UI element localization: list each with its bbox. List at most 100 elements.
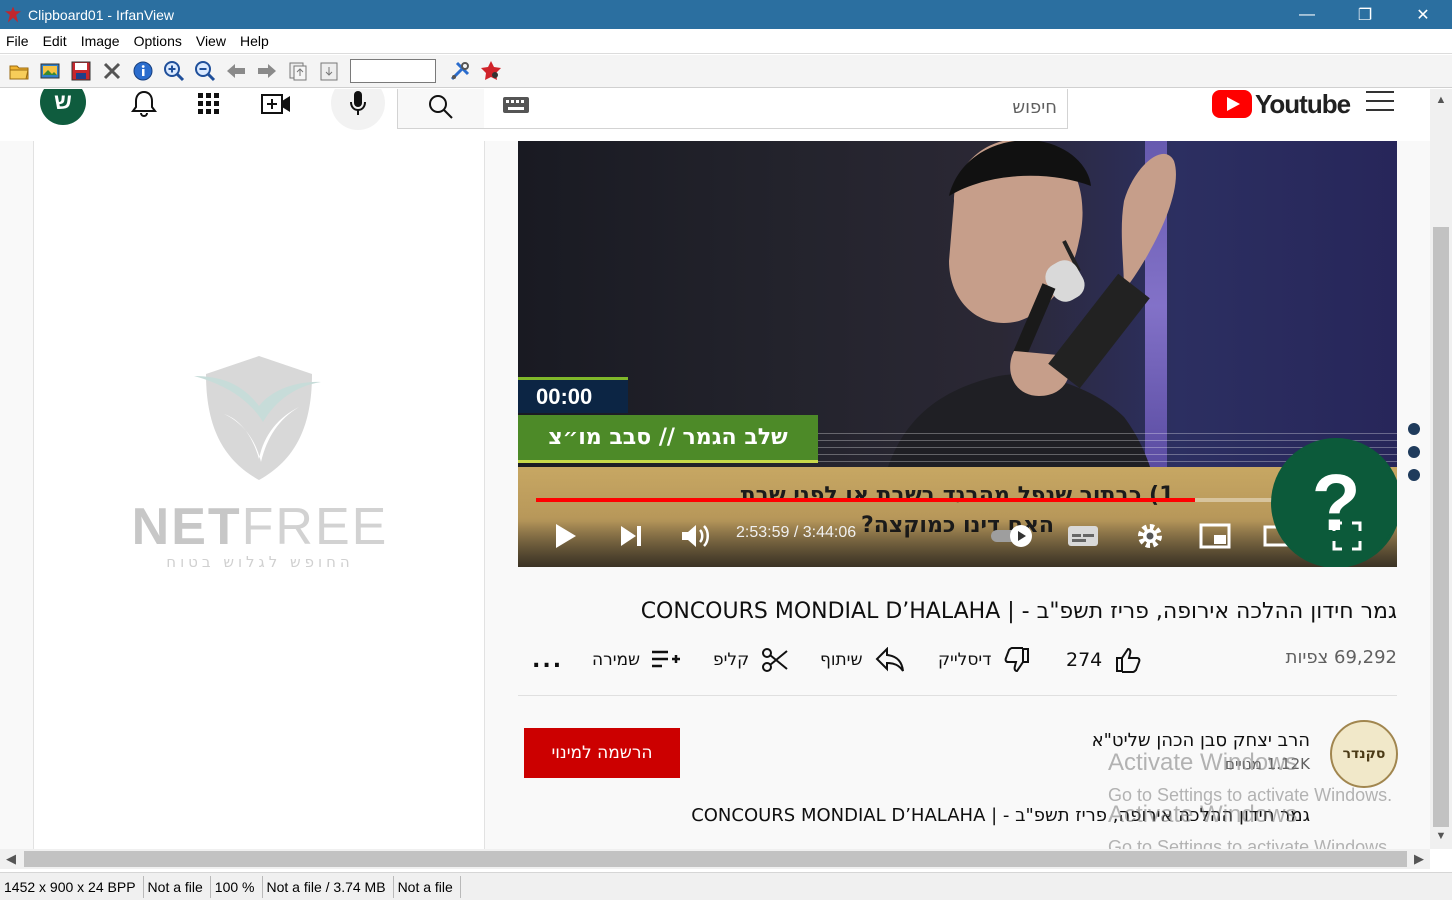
share-label: שיתוף: [820, 650, 863, 670]
status-zoom: 100 %: [211, 875, 263, 898]
slideshow-icon[interactable]: [34, 57, 65, 85]
vertical-scrollbar[interactable]: ▲ ▼: [1430, 89, 1452, 849]
search-input[interactable]: [484, 89, 1067, 128]
netfree-brand-free: FREE: [241, 498, 389, 556]
share-icon: [875, 647, 904, 672]
apps-grid-icon[interactable]: [194, 89, 224, 119]
miniplayer-button[interactable]: [1198, 519, 1232, 553]
autoplay-icon: [991, 525, 1032, 547]
scissors-icon: [762, 648, 788, 672]
menu-hamburger-icon[interactable]: [1366, 91, 1394, 118]
side-dots-icon[interactable]: [1408, 423, 1422, 492]
settings-gear-icon: [1138, 524, 1162, 548]
scroll-down-arrow-icon[interactable]: ▼: [1430, 827, 1452, 845]
notifications-bell-icon[interactable]: [129, 89, 159, 119]
channel-avatar[interactable]: סקנדר: [1330, 720, 1398, 788]
settings-button[interactable]: [1133, 519, 1167, 553]
search-icon: [429, 95, 453, 119]
menu-view[interactable]: View: [189, 33, 233, 49]
play-button[interactable]: [548, 519, 582, 553]
subscribe-button[interactable]: הרשמה למינוי: [524, 728, 680, 778]
like-button[interactable]: 274: [1066, 643, 1142, 677]
status-bar: 1452 x 900 x 24 BPP Not a file 100 % Not…: [0, 872, 1452, 900]
keyboard-icon[interactable]: [502, 96, 530, 119]
subtitles-button[interactable]: [1066, 519, 1100, 553]
next-video-button[interactable]: [614, 519, 648, 553]
vertical-scroll-thumb[interactable]: [1433, 227, 1449, 827]
settings-icon[interactable]: [444, 57, 475, 85]
toolbar-input[interactable]: [350, 59, 436, 83]
zoom-in-icon[interactable]: [158, 57, 189, 85]
thumbs-down-icon: [1005, 647, 1030, 673]
clip-label: קליפ: [713, 650, 750, 670]
zoom-out-icon[interactable]: [189, 57, 220, 85]
dislike-button[interactable]: דיסלייק: [938, 643, 1031, 677]
menu-help[interactable]: Help: [233, 33, 276, 49]
scroll-up-arrow-icon[interactable]: ▲: [1430, 91, 1452, 109]
skip-next-icon: [621, 526, 641, 546]
youtube-play-logo-icon: [1212, 90, 1252, 118]
scroll-left-arrow-icon[interactable]: ◀: [0, 849, 22, 869]
menu-image[interactable]: Image: [74, 33, 127, 49]
delete-icon[interactable]: [96, 57, 127, 85]
avatar[interactable]: ש: [40, 89, 86, 125]
miniplayer-icon: [1199, 523, 1231, 549]
youtube-logo[interactable]: Youtube: [1212, 89, 1351, 119]
clip-button[interactable]: קליפ: [713, 643, 789, 677]
menu-file[interactable]: File: [0, 33, 36, 49]
voice-search-button[interactable]: [331, 89, 385, 130]
window-title: Clipboard01 - IrfanView: [28, 6, 175, 23]
copy-icon[interactable]: [282, 57, 313, 85]
progress-bar[interactable]: [536, 498, 1381, 502]
overlay-stage-label: שלב הגמר // סבב מו״צ: [518, 415, 818, 463]
previous-icon[interactable]: [220, 57, 251, 85]
save-label: שמירה: [592, 650, 641, 670]
close-button[interactable]: ✕: [1394, 0, 1452, 29]
image-viewport: ש Youtube: [0, 89, 1452, 849]
netfree-logo-text: NETFREE: [34, 497, 486, 557]
save-icon[interactable]: [65, 57, 96, 85]
share-button[interactable]: שיתוף: [820, 643, 905, 677]
caption-line-1: 1) כבתור שנפל מהבגד בשבת או לפני שבת: [740, 483, 1175, 508]
video-player[interactable]: 00:00 שלב הגמר // סבב מו״צ 1) כבתור שנפל…: [518, 141, 1397, 567]
play-icon: [556, 524, 576, 548]
video-title: גמר חידון ההלכה אירופה, פריז תשפ"ב - | C…: [640, 599, 1397, 624]
netfree-shield-icon: [194, 356, 321, 480]
activate-windows-subtitle-2: Go to Settings to activate Windows.: [1108, 837, 1393, 849]
fullscreen-icon: [1332, 521, 1362, 551]
irfan-icon[interactable]: [475, 57, 506, 85]
status-dimensions: 1452 x 900 x 24 BPP: [0, 875, 144, 898]
restore-button[interactable]: ❐: [1336, 0, 1394, 29]
open-folder-icon[interactable]: [3, 57, 34, 85]
current-time: 2:53:59: [736, 524, 790, 541]
horizontal-scroll-thumb[interactable]: [24, 851, 1407, 867]
horizontal-scrollbar[interactable]: ◀ ▶: [0, 849, 1430, 869]
search-field[interactable]: [484, 89, 1068, 129]
autoplay-toggle[interactable]: [988, 519, 1038, 553]
status-size: Not a file / 3.74 MB: [263, 875, 394, 898]
duration: 3:44:06: [802, 524, 857, 541]
paste-icon[interactable]: [313, 57, 344, 85]
youtube-logo-text: Youtube: [1255, 89, 1351, 119]
minimize-button[interactable]: —: [1278, 0, 1336, 29]
scroll-right-arrow-icon[interactable]: ▶: [1408, 849, 1430, 869]
toolbar: [0, 55, 1452, 88]
save-to-playlist-button[interactable]: שמירה: [592, 643, 681, 677]
fullscreen-button[interactable]: [1330, 519, 1364, 553]
status-file: Not a file: [144, 875, 211, 898]
progress-played: [536, 498, 1196, 502]
info-icon[interactable]: [127, 57, 158, 85]
volume-icon: [682, 525, 709, 547]
create-video-icon[interactable]: [258, 89, 294, 119]
next-icon[interactable]: [251, 57, 282, 85]
activate-windows-heading: Activate Windows: [1108, 749, 1298, 776]
channel-name[interactable]: הרב יצחק סבן הכהן שליט"א: [1000, 730, 1310, 751]
volume-button[interactable]: [678, 519, 712, 553]
search-button[interactable]: [397, 89, 485, 129]
more-actions-button[interactable]: ...: [532, 643, 563, 677]
menu-options[interactable]: Options: [127, 33, 189, 49]
thumbs-up-icon: [1116, 647, 1141, 673]
overlay-timer: 00:00: [518, 377, 628, 413]
divider: [518, 695, 1397, 696]
menu-edit[interactable]: Edit: [36, 33, 74, 49]
